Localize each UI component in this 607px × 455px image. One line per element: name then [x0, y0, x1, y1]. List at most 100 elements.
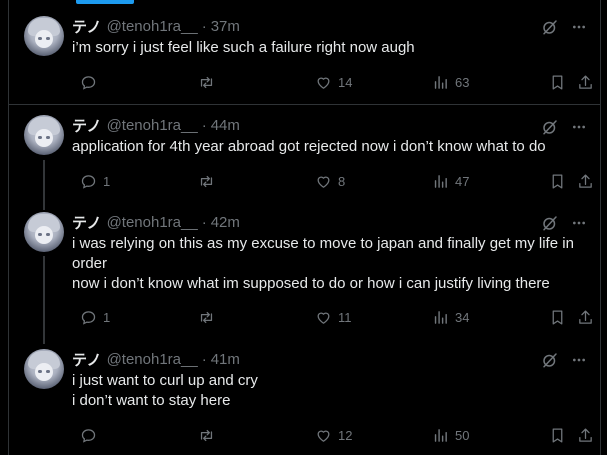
tweet-text: i was relying on this as my excuse to mo… — [72, 234, 574, 294]
display-name[interactable]: テノ — [72, 115, 102, 136]
timestamp[interactable]: 41m — [211, 351, 240, 368]
display-name[interactable]: テノ — [72, 212, 102, 233]
like-count: 11 — [338, 309, 352, 325]
tweet-text-line: now i don’t know what im supposed to do … — [72, 275, 550, 292]
reply-button[interactable]: 1 — [80, 307, 110, 327]
grok-icon[interactable] — [541, 214, 559, 232]
views-button[interactable]: 50 — [432, 425, 469, 445]
tweet-text-line: order — [72, 255, 108, 272]
tweet[interactable]: テノ @tenoh1ra__ · 44m application for 4th… — [8, 105, 601, 201]
views-count: 50 — [455, 427, 470, 443]
tweet-text: application for 4th year abroad got reje… — [72, 137, 546, 157]
bookmark-icon — [552, 427, 563, 443]
like-count: 8 — [338, 173, 346, 189]
reply-count: 1 — [103, 309, 111, 325]
retweet-button[interactable] — [198, 307, 221, 327]
reply-count: 1 — [103, 173, 111, 189]
views-button[interactable]: 63 — [432, 72, 469, 92]
avatar[interactable] — [24, 16, 64, 56]
like-count: 12 — [338, 427, 353, 443]
retweet-button[interactable] — [198, 171, 221, 191]
share-icon — [579, 173, 592, 188]
tweet-text: i just want to curl up and cry i don’t w… — [72, 371, 258, 411]
views-count: 34 — [455, 309, 470, 325]
reply-icon — [81, 428, 96, 443]
bookmark-button[interactable] — [549, 425, 566, 445]
avatar[interactable] — [24, 115, 64, 155]
tweet-text: i’m sorry i just feel like such a failur… — [72, 38, 415, 58]
views-icon — [434, 75, 447, 89]
timestamp[interactable]: 42m — [211, 214, 240, 231]
tweet[interactable]: テノ @tenoh1ra__ · 37m i’m sorry i just fe… — [8, 0, 601, 104]
more-icon[interactable] — [571, 352, 587, 368]
grok-icon[interactable] — [541, 118, 559, 136]
reply-icon — [81, 310, 96, 325]
reply-icon — [81, 174, 96, 189]
tweet-text-line: i just want to curl up and cry — [72, 372, 258, 389]
bookmark-button[interactable] — [549, 307, 566, 327]
views-icon — [434, 174, 447, 188]
like-button[interactable]: 8 — [315, 171, 345, 191]
reply-button[interactable] — [80, 72, 103, 92]
tweet-text-line: i don’t want to stay here — [72, 392, 231, 409]
tweet-text-line: i’m sorry i just feel like such a failur… — [72, 39, 415, 56]
views-button[interactable]: 47 — [432, 171, 469, 191]
more-icon[interactable] — [571, 19, 587, 35]
separator-dot: · — [201, 17, 207, 35]
retweet-icon — [200, 311, 213, 323]
heart-icon — [317, 176, 330, 188]
heart-icon — [317, 77, 330, 89]
like-button[interactable]: 11 — [315, 307, 352, 327]
more-icon[interactable] — [571, 215, 587, 231]
tweet-text-line: application for 4th year abroad got reje… — [72, 138, 546, 155]
user-handle[interactable]: @tenoh1ra__ — [107, 351, 198, 368]
views-count: 47 — [455, 173, 470, 189]
share-button[interactable] — [577, 425, 594, 445]
reply-button[interactable] — [80, 425, 103, 445]
bookmark-icon — [552, 173, 563, 189]
views-count: 63 — [455, 74, 470, 90]
reply-icon — [81, 75, 96, 90]
share-button[interactable] — [577, 171, 594, 191]
bookmark-icon — [552, 74, 563, 90]
like-button[interactable]: 12 — [315, 425, 352, 445]
retweet-icon — [200, 429, 213, 441]
display-name[interactable]: テノ — [72, 349, 102, 370]
avatar[interactable] — [24, 349, 64, 389]
bookmark-icon — [552, 309, 563, 325]
grok-icon[interactable] — [541, 18, 559, 36]
retweet-icon — [200, 76, 213, 88]
user-handle[interactable]: @tenoh1ra__ — [107, 214, 198, 231]
user-handle[interactable]: @tenoh1ra__ — [107, 18, 198, 35]
like-button[interactable]: 14 — [315, 72, 352, 92]
tweet[interactable]: テノ @tenoh1ra__ · 41m i just want to curl… — [8, 339, 601, 455]
heart-icon — [317, 430, 330, 442]
retweet-button[interactable] — [198, 72, 221, 92]
share-button[interactable] — [577, 72, 594, 92]
like-count: 14 — [338, 74, 353, 90]
views-icon — [434, 428, 447, 442]
bookmark-button[interactable] — [549, 171, 566, 191]
views-button[interactable]: 34 — [432, 307, 469, 327]
views-icon — [434, 310, 447, 324]
bookmark-button[interactable] — [549, 72, 566, 92]
retweet-button[interactable] — [198, 425, 221, 445]
separator-dot: · — [201, 213, 207, 231]
tweet[interactable]: テノ @tenoh1ra__ · 42m i was relying on th… — [8, 201, 601, 339]
tweet-text-line: i was relying on this as my excuse to mo… — [72, 235, 574, 252]
share-icon — [579, 427, 592, 442]
share-icon — [579, 309, 592, 324]
share-button[interactable] — [577, 307, 594, 327]
reply-button[interactable]: 1 — [80, 171, 110, 191]
timestamp[interactable]: 44m — [211, 117, 240, 134]
grok-icon[interactable] — [541, 351, 559, 369]
timestamp[interactable]: 37m — [211, 18, 240, 35]
retweet-icon — [200, 175, 213, 187]
separator-dot: · — [201, 116, 207, 134]
more-icon[interactable] — [571, 119, 587, 135]
avatar[interactable] — [24, 212, 64, 252]
display-name[interactable]: テノ — [72, 16, 102, 37]
heart-icon — [317, 312, 330, 324]
user-handle[interactable]: @tenoh1ra__ — [107, 117, 198, 134]
share-icon — [579, 74, 592, 89]
